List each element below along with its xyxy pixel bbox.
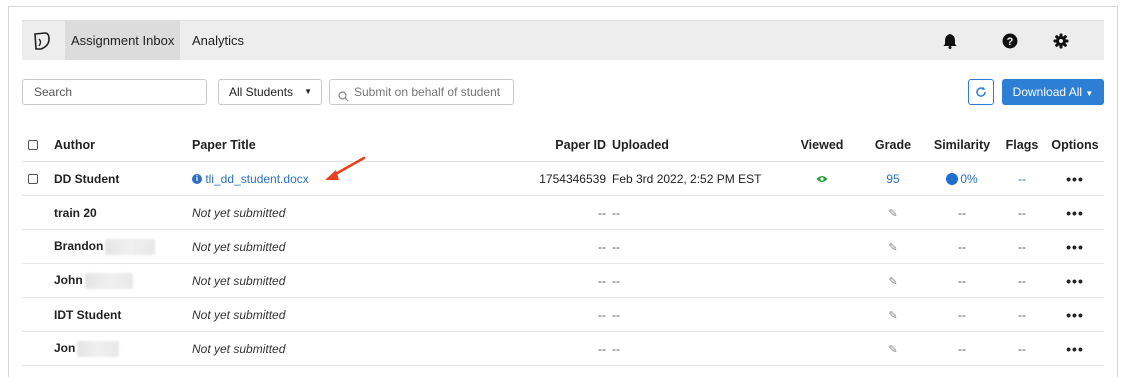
header-uploaded[interactable]: Uploaded bbox=[612, 128, 784, 162]
redacted-name-blur bbox=[84, 272, 133, 289]
options-menu-button[interactable]: ••• bbox=[1046, 229, 1104, 264]
paper-id: -- bbox=[492, 297, 612, 332]
help-icon[interactable]: ? bbox=[1000, 31, 1020, 51]
redacted-name-blur bbox=[105, 238, 156, 255]
flags-value: -- bbox=[998, 229, 1046, 264]
submissions-table: Author Paper Title Paper ID Uploaded Vie… bbox=[22, 128, 1104, 366]
gear-icon[interactable] bbox=[1051, 31, 1071, 51]
author-name: DD Student bbox=[54, 161, 192, 196]
similarity-score: -- bbox=[926, 297, 998, 332]
paper-id: -- bbox=[492, 195, 612, 230]
similarity-score: -- bbox=[926, 263, 998, 298]
similarity-score: -- bbox=[926, 195, 998, 230]
similarity-score: -- bbox=[926, 229, 998, 264]
uploaded-date: -- bbox=[612, 297, 784, 332]
table-row: Brandon Not yet submitted -- -- ✎ -- -- … bbox=[22, 229, 1104, 264]
table-row: train 20 Not yet submitted -- -- ✎ -- --… bbox=[22, 195, 1104, 230]
svg-text:?: ? bbox=[1007, 36, 1014, 48]
header-author[interactable]: Author bbox=[54, 128, 192, 162]
submit-on-behalf-input[interactable]: Submit on behalf of student bbox=[329, 79, 514, 105]
refresh-button[interactable] bbox=[968, 79, 994, 105]
pencil-icon[interactable]: ✎ bbox=[888, 276, 897, 288]
header-grade[interactable]: Grade bbox=[860, 128, 926, 162]
info-icon[interactable]: i bbox=[192, 174, 202, 185]
paper-status: Not yet submitted bbox=[192, 297, 492, 332]
similarity-score[interactable]: 0% bbox=[960, 172, 977, 186]
paper-id: -- bbox=[492, 263, 612, 298]
flags-value: -- bbox=[998, 195, 1046, 230]
submit-on-behalf-placeholder: Submit on behalf of student bbox=[354, 85, 501, 99]
header-viewed[interactable]: Viewed bbox=[784, 128, 860, 162]
options-menu-button[interactable]: ••• bbox=[1046, 195, 1104, 230]
flags-value: -- bbox=[998, 161, 1046, 196]
chevron-down-icon: ▼ bbox=[304, 87, 312, 96]
table-header-row: Author Paper Title Paper ID Uploaded Vie… bbox=[22, 128, 1104, 162]
tab-assignment-inbox[interactable]: Assignment Inbox bbox=[65, 21, 181, 60]
author-name: IDT Student bbox=[54, 297, 192, 332]
uploaded-date: -- bbox=[612, 195, 784, 230]
paper-status: Not yet submitted bbox=[192, 331, 492, 366]
select-all-checkbox[interactable] bbox=[28, 140, 38, 151]
top-nav-bar: Assignment Inbox Analytics ? bbox=[22, 20, 1104, 60]
tab-analytics[interactable]: Analytics bbox=[186, 21, 250, 60]
student-filter-select[interactable]: All Students ▼ bbox=[218, 79, 322, 105]
download-all-label: Download All bbox=[1012, 85, 1083, 99]
refresh-icon bbox=[976, 86, 986, 97]
author-name: Brandon bbox=[54, 238, 104, 253]
paper-id: -- bbox=[492, 229, 612, 264]
header-paper-id[interactable]: Paper ID bbox=[492, 128, 612, 162]
paper-status: Not yet submitted bbox=[192, 195, 492, 230]
pencil-icon[interactable]: ✎ bbox=[888, 208, 897, 220]
paper-status: Not yet submitted bbox=[192, 263, 492, 298]
uploaded-date: -- bbox=[612, 263, 784, 298]
options-menu-button[interactable]: ••• bbox=[1046, 263, 1104, 298]
pencil-icon[interactable]: ✎ bbox=[888, 344, 897, 356]
caret-down-icon: ▼ bbox=[1085, 89, 1094, 98]
grade-link[interactable]: 95 bbox=[860, 161, 926, 196]
uploaded-date: Feb 3rd 2022, 2:52 PM EST bbox=[612, 161, 784, 196]
author-name: train 20 bbox=[54, 195, 192, 230]
uploaded-date: -- bbox=[612, 229, 784, 264]
row-checkbox[interactable] bbox=[28, 174, 38, 185]
header-similarity[interactable]: Similarity bbox=[926, 128, 998, 162]
table-row: IDT Student Not yet submitted -- -- ✎ --… bbox=[22, 297, 1104, 332]
flags-value: -- bbox=[998, 297, 1046, 332]
pencil-icon[interactable]: ✎ bbox=[888, 242, 897, 254]
search-input[interactable]: Search bbox=[22, 79, 207, 105]
student-filter-value: All Students bbox=[229, 85, 294, 99]
similarity-score: -- bbox=[926, 331, 998, 366]
options-menu-button[interactable]: ••• bbox=[1046, 331, 1104, 366]
options-menu-button[interactable]: ••• bbox=[1046, 297, 1104, 332]
search-placeholder: Search bbox=[34, 85, 73, 99]
redacted-name-blur bbox=[77, 340, 120, 357]
bell-icon[interactable] bbox=[940, 31, 960, 51]
author-name: Jon bbox=[54, 340, 76, 355]
table-row: DD Student i tli_dd_student.docx 1754346… bbox=[22, 161, 1104, 196]
paper-status: Not yet submitted bbox=[192, 229, 492, 264]
table-row: Jon Not yet submitted -- -- ✎ -- -- ••• bbox=[22, 331, 1104, 366]
annotation-arrow-icon bbox=[325, 156, 366, 180]
author-name: John bbox=[54, 272, 83, 287]
turnitin-logo-icon[interactable] bbox=[28, 28, 56, 54]
uploaded-date: -- bbox=[612, 331, 784, 366]
paper-title-link[interactable]: tli_dd_student.docx bbox=[205, 172, 308, 186]
options-menu-button[interactable]: ••• bbox=[1046, 161, 1104, 196]
paper-id: 1754346539 bbox=[492, 161, 612, 196]
table-row: John Not yet submitted -- -- ✎ -- -- ••• bbox=[22, 263, 1104, 298]
header-flags[interactable]: Flags bbox=[998, 128, 1046, 162]
header-options: Options bbox=[1046, 128, 1104, 162]
similarity-dot-icon bbox=[946, 173, 959, 186]
flags-value: -- bbox=[998, 331, 1046, 366]
flags-value: -- bbox=[998, 263, 1046, 298]
paper-id: -- bbox=[492, 331, 612, 366]
pencil-icon[interactable]: ✎ bbox=[888, 310, 897, 322]
viewed-eye-icon bbox=[816, 172, 828, 186]
search-icon bbox=[338, 86, 349, 110]
download-all-button[interactable]: Download All ▼ bbox=[1002, 79, 1104, 105]
